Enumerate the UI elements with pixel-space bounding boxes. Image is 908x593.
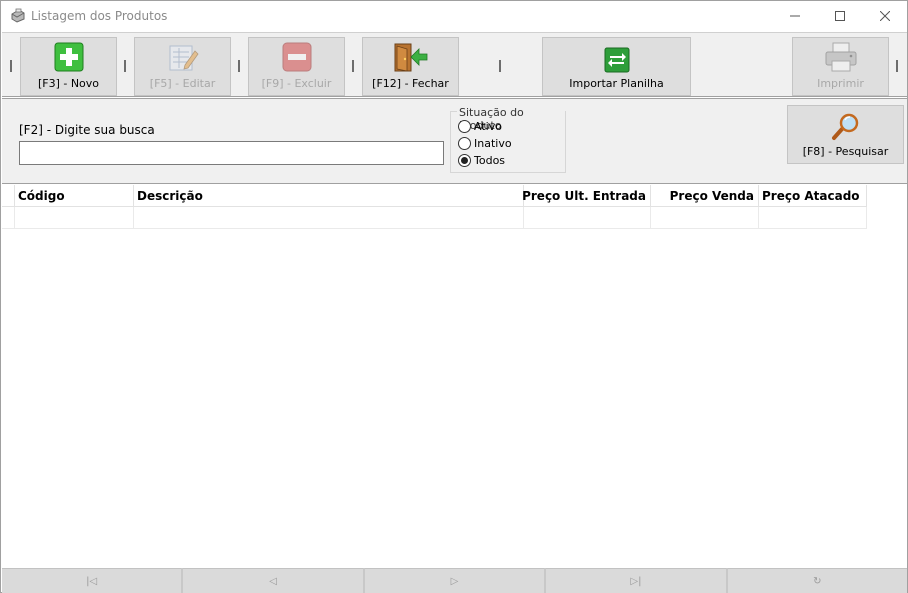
table-cell[interactable]: [134, 207, 524, 229]
product-list-window: Listagem dos Produtos [F3] - Novo [F5] -…: [0, 0, 908, 593]
edit-button-label: [F5] - Editar: [149, 77, 216, 90]
status-option-inativo[interactable]: Inativo: [458, 137, 512, 150]
navigation-bar: |◁ ◁ ▷ ▷| ↻: [2, 568, 908, 593]
products-grid[interactable]: Código Descrição Preço Ult. Entrada Preç…: [2, 185, 907, 567]
toolbar-separator: [124, 60, 126, 72]
close-button[interactable]: [862, 1, 908, 31]
spreadsheet-import-icon: [604, 47, 629, 73]
table-row[interactable]: [2, 207, 867, 229]
row-indicator: [2, 207, 15, 229]
print-button-label: Imprimir: [817, 77, 864, 90]
import-spreadsheet-button-label: Importar Planilha: [569, 77, 664, 90]
grid-header: Código Descrição Preço Ult. Entrada Preç…: [2, 185, 867, 207]
next-record-button[interactable]: ▷: [364, 568, 545, 593]
status-option-label: Ativo: [474, 120, 502, 133]
toolbar-separator: [10, 60, 12, 72]
table-cell[interactable]: [759, 207, 867, 229]
table-cell[interactable]: [524, 207, 651, 229]
search-button-label: [F8] - Pesquisar: [802, 145, 889, 158]
previous-record-icon: ◁: [269, 575, 277, 587]
minimize-button[interactable]: [772, 1, 818, 31]
title-bar: Listagem dos Produtos: [1, 1, 907, 31]
delete-button-label: [F9] - Excluir: [261, 77, 332, 90]
search-label: [F2] - Digite sua busca: [19, 123, 155, 137]
search-button[interactable]: [F8] - Pesquisar: [787, 105, 904, 164]
first-record-button[interactable]: |◁: [2, 568, 182, 593]
search-input[interactable]: [19, 141, 444, 165]
minus-icon: [282, 42, 311, 72]
maximize-icon: [835, 11, 845, 21]
toolbar-separator: [238, 60, 240, 72]
refresh-button[interactable]: ↻: [727, 568, 908, 593]
new-button[interactable]: [F3] - Novo: [20, 37, 117, 96]
first-record-icon: |◁: [86, 575, 98, 587]
minimize-icon: [790, 15, 800, 17]
close-form-button[interactable]: [F12] - Fechar: [362, 37, 459, 96]
last-record-icon: ▷|: [630, 575, 642, 587]
refresh-icon: ↻: [813, 575, 822, 587]
exit-door-icon: [394, 43, 427, 72]
radio-todos[interactable]: [458, 154, 471, 167]
print-button[interactable]: Imprimir: [792, 37, 889, 96]
table-cell[interactable]: [651, 207, 759, 229]
status-option-label: Todos: [474, 154, 506, 167]
column-header-preco-venda[interactable]: Preço Venda: [651, 185, 759, 207]
edit-button[interactable]: [F5] - Editar: [134, 37, 231, 96]
delete-button[interactable]: [F9] - Excluir: [248, 37, 345, 96]
toolbar: [F3] - Novo [F5] - Editar [F9] - Excluir: [2, 32, 907, 97]
toolbar-separator: [896, 60, 898, 72]
search-panel: [F2] - Digite sua busca Situação do Prod…: [2, 98, 907, 184]
maximize-button[interactable]: [817, 1, 863, 31]
edit-icon: [169, 45, 199, 71]
row-indicator-header: [2, 185, 15, 207]
status-option-label: Inativo: [474, 137, 512, 150]
toolbar-separator: [352, 60, 354, 72]
radio-inativo[interactable]: [458, 137, 471, 150]
column-header-descricao[interactable]: Descrição: [134, 185, 524, 207]
status-option-ativo[interactable]: Ativo: [458, 120, 502, 133]
column-header-preco-ult-entrada[interactable]: Preço Ult. Entrada: [522, 185, 651, 207]
column-header-codigo[interactable]: Código: [15, 185, 134, 207]
status-option-todos[interactable]: Todos: [458, 154, 505, 167]
import-spreadsheet-button[interactable]: Importar Planilha: [542, 37, 691, 96]
product-status-group: Situação do Produto Ativo Inativo Todos: [450, 106, 566, 173]
column-header-preco-atacado[interactable]: Preço Atacado: [759, 185, 867, 207]
close-form-button-label: [F12] - Fechar: [372, 77, 449, 90]
toolbar-separator: [499, 60, 501, 72]
app-icon: [10, 8, 26, 24]
next-record-icon: ▷: [450, 575, 459, 587]
window-title: Listagem dos Produtos: [31, 9, 168, 23]
new-button-label: [F3] - Novo: [37, 77, 100, 90]
previous-record-button[interactable]: ◁: [183, 568, 363, 593]
last-record-button[interactable]: ▷|: [546, 568, 726, 593]
magnifier-icon: [831, 113, 858, 140]
close-icon: [880, 11, 890, 21]
printer-icon: [825, 42, 856, 72]
table-cell[interactable]: [15, 207, 134, 229]
radio-ativo[interactable]: [458, 120, 471, 133]
plus-icon: [54, 42, 83, 72]
